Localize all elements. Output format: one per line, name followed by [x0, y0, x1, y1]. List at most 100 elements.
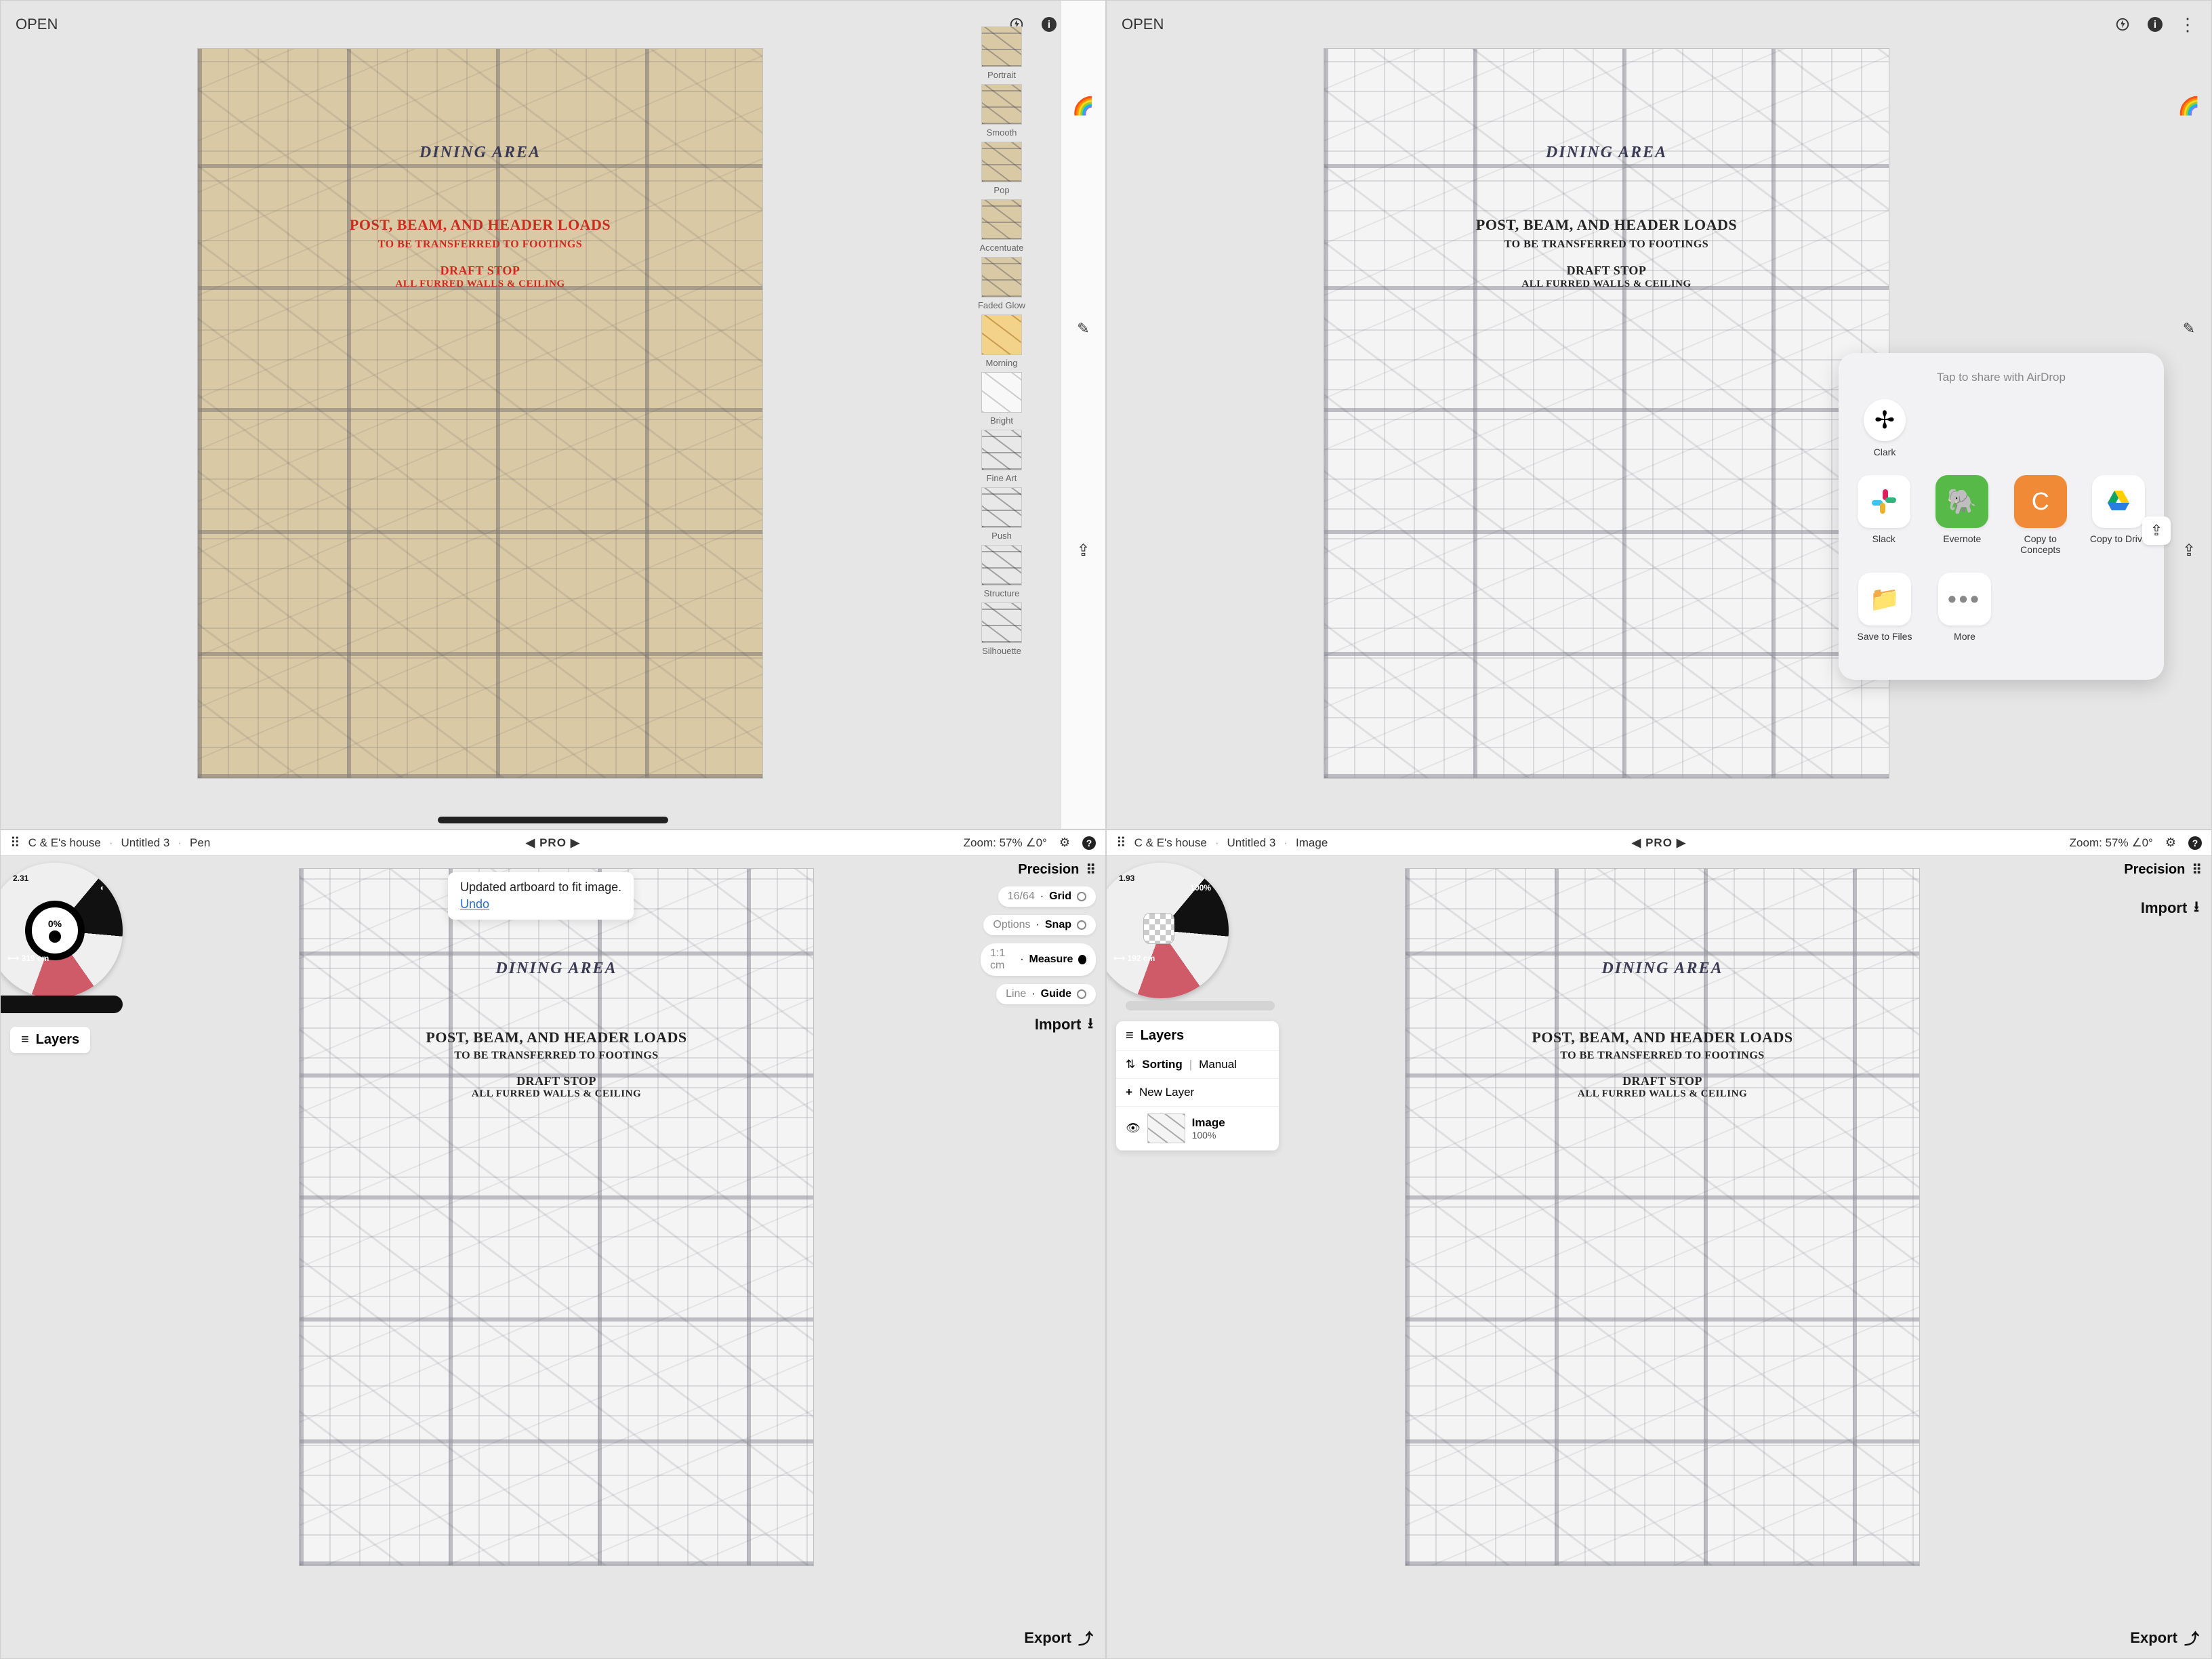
gear-icon[interactable]: [2165, 836, 2176, 850]
filter-push[interactable]: Push: [981, 487, 1022, 541]
bp-note-2: TO BE TRANSFERRED TO FOOTINGS: [1406, 1050, 1919, 1062]
share-more[interactable]: •••More: [1933, 573, 1996, 642]
bp-note-3: DRAFT STOP: [198, 264, 762, 278]
open-button[interactable]: OPEN: [16, 16, 58, 33]
guide-toggle[interactable]: Line·Guide: [996, 984, 1096, 1004]
filters-icon[interactable]: 🌈: [2178, 96, 2200, 117]
quadrant-share-sheet: OPEN i DINING AREA POST, BEAM, AND HEADE…: [1106, 0, 2212, 830]
canvas-blueprint[interactable]: DINING AREA POST, BEAM, AND HEADER LOADS…: [299, 868, 814, 1566]
precision-label[interactable]: Precision: [1018, 862, 1079, 878]
bp-note-1: POST, BEAM, AND HEADER LOADS: [198, 216, 762, 234]
share-icon[interactable]: ⇪: [2182, 541, 2196, 560]
crumb-project[interactable]: C & E's house: [1134, 836, 1207, 850]
zoom-readout[interactable]: Zoom: 57% ∠0°: [964, 836, 1047, 850]
filter-portrait[interactable]: Portrait: [981, 26, 1022, 80]
crumb-tool[interactable]: Pen: [190, 836, 210, 850]
filter-pop[interactable]: Pop: [981, 142, 1022, 195]
filter-silhouette[interactable]: Silhouette: [981, 602, 1022, 656]
sort-icon: [1126, 1058, 1135, 1071]
filter-accentuate[interactable]: Accentuate: [979, 199, 1023, 253]
share-concepts[interactable]: CCopy to Concepts: [2010, 475, 2071, 555]
share-origin-icon[interactable]: ⇪: [2142, 516, 2171, 545]
toast-text: Updated artboard to fit image.: [460, 880, 621, 894]
wheel-size: 2.31: [13, 874, 28, 883]
edit-icon[interactable]: ✎: [2183, 320, 2195, 337]
tool-wheel[interactable]: 1.93 100% ⟷ 192 cm: [1106, 863, 1229, 998]
share-sheet: Tap to share with AirDrop ✢ Clark Slack …: [1839, 353, 2164, 680]
bp-note-2: TO BE TRANSFERRED TO FOOTINGS: [300, 1050, 813, 1062]
crumb-project[interactable]: C & E's house: [28, 836, 101, 850]
quadrant-concepts-layers: C & E's house· Untitled 3· Image ◀PRO▶ Z…: [1106, 830, 2212, 1659]
help-icon[interactable]: ?: [2188, 836, 2202, 850]
filters-icon[interactable]: 🌈: [1072, 96, 1094, 117]
precision-panel-collapsed: Precision: [2087, 861, 2202, 878]
bp-note-4: ALL FURRED WALLS & CEILING: [1406, 1088, 1919, 1100]
hamburger-icon: ≡: [21, 1032, 29, 1048]
bp-note-1: POST, BEAM, AND HEADER LOADS: [1324, 216, 1889, 234]
filter-structure[interactable]: Structure: [981, 545, 1022, 598]
layers-header[interactable]: ≡Layers: [1116, 1021, 1279, 1051]
share-evernote[interactable]: 🐘Evernote: [1932, 475, 1993, 555]
grip-icon[interactable]: [2192, 861, 2202, 878]
wheel-size: 1.93: [1119, 874, 1134, 883]
filter-fine-art[interactable]: Fine Art: [981, 430, 1022, 483]
export-button[interactable]: Export⤴: [2130, 1627, 2199, 1649]
filter-strip: Portrait Smooth Pop Accentuate Faded Glo…: [967, 26, 1036, 656]
bp-note-1: POST, BEAM, AND HEADER LOADS: [1406, 1029, 1919, 1046]
gear-icon[interactable]: [1059, 836, 1070, 850]
info-icon[interactable]: i: [1040, 16, 1058, 33]
import-button[interactable]: Import⭳: [2141, 895, 2199, 921]
gallery-icon[interactable]: [10, 834, 20, 851]
airdrop-contact[interactable]: ✢ Clark: [1853, 399, 1916, 457]
canvas-blueprint[interactable]: DINING AREA POST, BEAM, AND HEADER LOADS…: [1405, 868, 1920, 1566]
zoom-readout[interactable]: Zoom: 57% ∠0°: [2070, 836, 2153, 850]
grip-icon[interactable]: [1086, 861, 1096, 878]
share-drive[interactable]: Copy to Drive: [2089, 475, 2150, 555]
info-icon[interactable]: i: [2146, 16, 2164, 33]
wheel-length: ⟷ 319 cm: [7, 954, 49, 963]
tool-wheel[interactable]: 0% 2.31 ◐ ⟷ 319 cm: [0, 863, 123, 998]
snap-toggle[interactable]: Options·Snap: [983, 915, 1096, 935]
filter-smooth[interactable]: Smooth: [981, 84, 1022, 138]
bp-note-4: ALL FURRED WALLS & CEILING: [1324, 279, 1889, 290]
dragonfly-icon: ✢: [1864, 399, 1906, 441]
opacity-slider[interactable]: [1126, 1001, 1275, 1010]
bp-note-1: POST, BEAM, AND HEADER LOADS: [300, 1029, 813, 1046]
bp-room-label: DINING AREA: [1324, 144, 1889, 162]
brush-size-slider[interactable]: [0, 996, 123, 1013]
concepts-header: C & E's house· Untitled 3· Image ◀PRO▶ Z…: [1107, 830, 2211, 856]
tool-siderail: 🌈 ✎ ⇪: [1061, 1, 1105, 829]
share-icon[interactable]: ⇪: [1076, 541, 1090, 560]
filter-faded-glow[interactable]: Faded Glow: [978, 257, 1025, 310]
evernote-icon: 🐘: [1936, 475, 1988, 528]
layer-thumb: [1147, 1113, 1185, 1143]
bp-note-2: TO BE TRANSFERRED TO FOOTINGS: [198, 239, 762, 251]
import-button[interactable]: Import⭳: [1035, 1012, 1093, 1038]
grid-toggle[interactable]: 16/64·Grid: [998, 886, 1096, 907]
plus-icon: [1126, 1086, 1132, 1099]
crumb-doc[interactable]: Untitled 3: [1227, 836, 1276, 850]
export-button[interactable]: Export⤴: [1024, 1627, 1093, 1649]
toast-undo-link[interactable]: Undo: [460, 897, 621, 912]
eye-icon[interactable]: [1126, 1122, 1141, 1135]
open-button[interactable]: OPEN: [1122, 16, 1164, 33]
wheel-angle-icon: ◐: [100, 883, 105, 893]
filter-bright[interactable]: Bright: [981, 372, 1022, 426]
crumb-doc[interactable]: Untitled 3: [121, 836, 170, 850]
help-icon[interactable]: ?: [1082, 836, 1096, 850]
share-slack[interactable]: Slack: [1853, 475, 1914, 555]
scanned-blueprint-bw: DINING AREA POST, BEAM, AND HEADER LOADS…: [1324, 48, 1889, 779]
ellipsis-icon: •••: [1938, 573, 1991, 626]
precision-label[interactable]: Precision: [2124, 862, 2185, 878]
layers-sorting[interactable]: Sorting|Manual: [1116, 1051, 1279, 1079]
layer-item-image[interactable]: Image 100%: [1116, 1107, 1279, 1151]
share-files[interactable]: 📁Save to Files: [1853, 573, 1916, 642]
layers-button[interactable]: ≡ Layers: [10, 1027, 90, 1053]
gallery-icon[interactable]: [1116, 834, 1126, 851]
edit-icon[interactable]: ✎: [1077, 320, 1089, 337]
flash-icon[interactable]: [2114, 16, 2131, 33]
crumb-tool[interactable]: Image: [1296, 836, 1328, 850]
new-layer-button[interactable]: New Layer: [1116, 1079, 1279, 1107]
filter-morning[interactable]: Morning: [981, 314, 1022, 368]
measure-toggle[interactable]: 1:1 cm·Measure: [981, 943, 1096, 976]
